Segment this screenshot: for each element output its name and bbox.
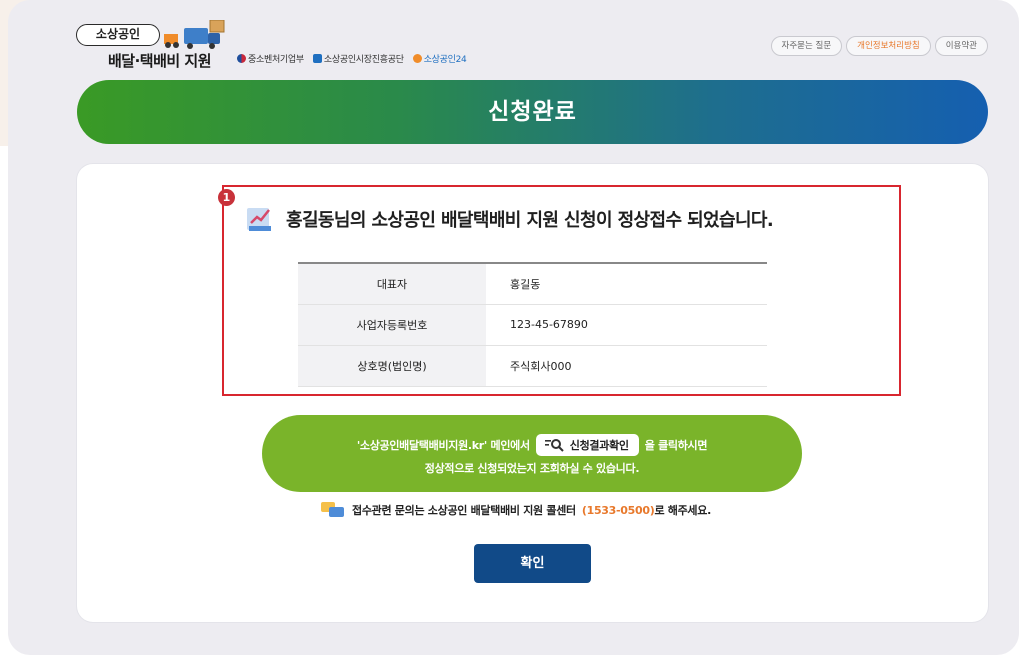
top-links: 자주묻는 질문 개인정보처리방침 이용약관 xyxy=(770,36,988,56)
table-row: 사업자등록번호 123-45-67890 xyxy=(298,304,767,345)
step-badge: 1 xyxy=(218,189,235,206)
page: 소상공인 배달·택배비 지원 중소벤처기업부 소상공인시장진흥공단 소상공인24… xyxy=(0,0,1022,658)
result-card: 1 홍길동님의 소상공인 배달택배비 지원 신청이 정상접수 되었습니다. 대표… xyxy=(77,164,988,622)
inquiry-suffix: 로 해주세요. xyxy=(654,504,711,517)
confirm-button[interactable]: 확인 xyxy=(474,544,591,583)
checklist-icon xyxy=(247,208,271,231)
table-row: 상호명(법인명) 주식회사000 xyxy=(298,345,767,386)
semas-logo-icon xyxy=(312,54,322,63)
partner-mss: 중소벤처기업부 xyxy=(237,52,304,65)
logo-pill: 소상공인 xyxy=(76,24,160,46)
table-row: 대표자 홍길동 xyxy=(298,263,767,304)
row-value: 123-45-67890 xyxy=(486,304,767,345)
page-title: 신청완료 xyxy=(77,80,988,144)
message-text: 홍길동님의 소상공인 배달택배비 지원 신청이 정상접수 되었습니다. xyxy=(286,210,774,231)
application-info-table: 대표자 홍길동 사업자등록번호 123-45-67890 상호명(법인명) 주식… xyxy=(298,262,767,387)
check-result-button[interactable]: 신청결과확인 xyxy=(535,434,639,456)
faq-link[interactable]: 자주묻는 질문 xyxy=(770,36,843,56)
guide-line-2: 정상적으로 신청되었는지 조회하실 수 있습니다. xyxy=(424,462,640,475)
guide-line-1: '소상공인배달택배비지원.kr' 메인에서 신청결과확인 을 클릭하시면 xyxy=(262,434,802,456)
row-label: 대표자 xyxy=(298,263,486,304)
taegeuk-icon xyxy=(237,54,246,63)
partner-sbiz24: 소상공인24 xyxy=(412,52,467,65)
success-message: 홍길동님의 소상공인 배달택배비 지원 신청이 정상접수 되었습니다. xyxy=(244,204,774,234)
delivery-truck-icon xyxy=(164,20,225,49)
site-logo[interactable]: 소상공인 배달·택배비 지원 xyxy=(76,20,236,76)
row-label: 상호명(법인명) xyxy=(298,345,486,386)
inquiry-note: 접수관련 문의는 소상공인 배달택배비 지원 콜센터 (1533-0500) 로 … xyxy=(320,501,711,519)
logo-title: 배달·택배비 지원 xyxy=(108,52,212,70)
partner-semas: 소상공인시장진흥공단 xyxy=(312,52,404,65)
sbiz24-logo-icon xyxy=(412,54,422,63)
partner-logos: 중소벤처기업부 소상공인시장진흥공단 소상공인24 xyxy=(237,52,467,65)
privacy-link[interactable]: 개인정보처리방침 xyxy=(846,36,931,56)
callcenter-phone: (1533-0500) xyxy=(581,503,655,517)
guide-banner: '소상공인배달택배비지원.kr' 메인에서 신청결과확인 을 클릭하시면 정상적… xyxy=(262,415,802,492)
row-value: 홍길동 xyxy=(486,263,767,304)
row-value: 주식회사000 xyxy=(486,345,767,386)
terms-link[interactable]: 이용약관 xyxy=(934,36,988,56)
chat-bubble-icon xyxy=(321,502,344,517)
magnifier-icon xyxy=(544,439,564,452)
row-label: 사업자등록번호 xyxy=(298,304,486,345)
inquiry-text: 접수관련 문의는 소상공인 배달택배비 지원 콜센터 xyxy=(352,504,576,517)
